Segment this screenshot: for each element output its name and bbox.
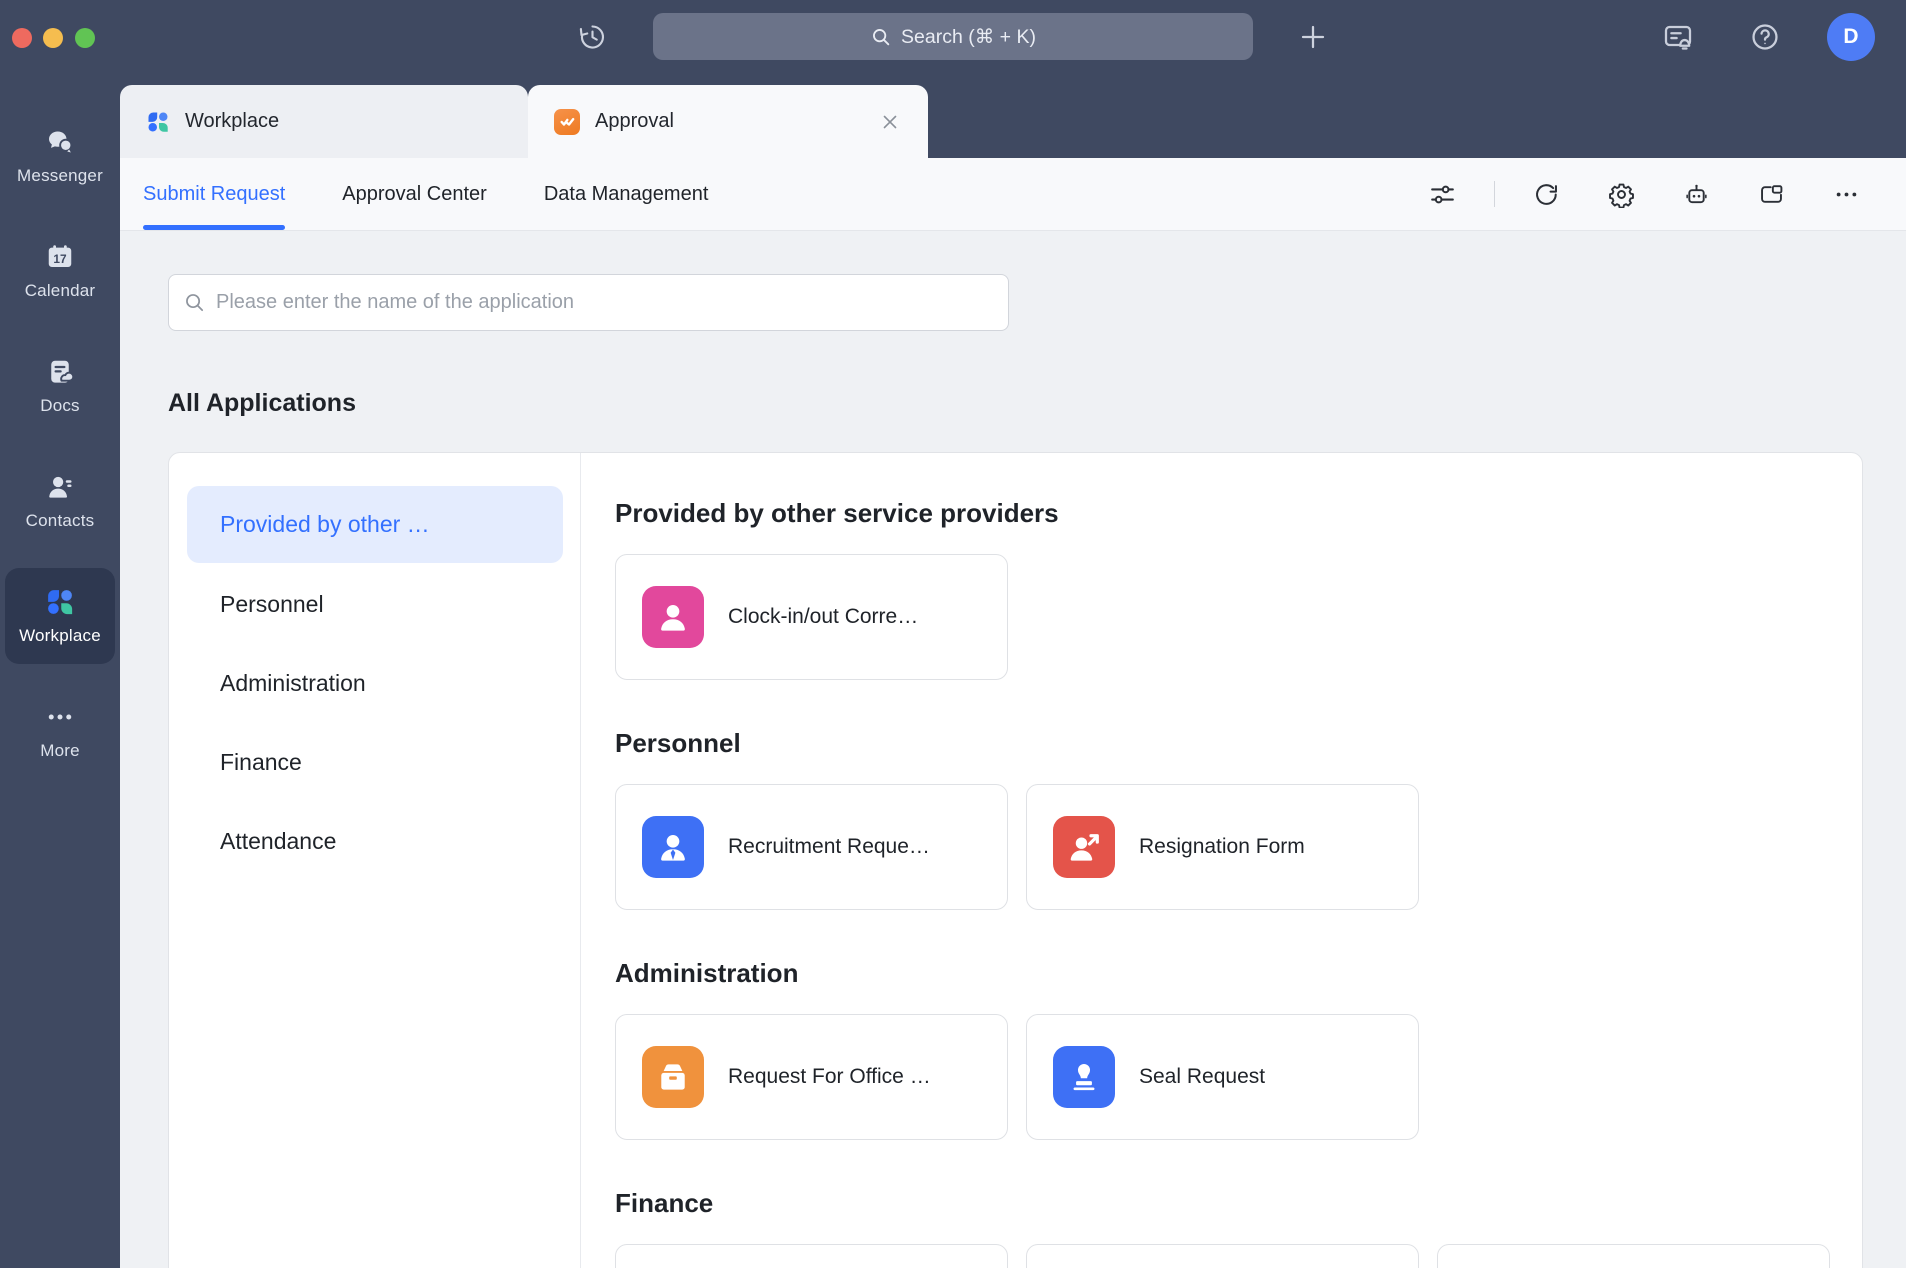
window-minimize-button[interactable]	[43, 28, 63, 48]
app-card-clock-in-out[interactable]: Clock-in/out Corre…	[615, 554, 1008, 680]
sidebar-item-label: Contacts	[26, 511, 95, 531]
submit-request-content: All Applications Provided by other … Per…	[120, 231, 1906, 1268]
tab-label: Approval	[595, 110, 674, 133]
calendar-icon: 17	[45, 242, 75, 272]
category-list: Provided by other … Personnel Administra…	[169, 453, 581, 1268]
applications-panel: Provided by other … Personnel Administra…	[168, 452, 1863, 1268]
workspace: Workplace Approval	[120, 0, 1906, 1268]
applications-list: Provided by other service providers Cloc…	[581, 453, 1862, 1268]
popout-window-icon[interactable]	[1758, 181, 1785, 208]
app-card-label: Recruitment Reque…	[728, 835, 930, 859]
app-card-label: Clock-in/out Corre…	[728, 605, 918, 629]
workplace-tab-icon	[146, 110, 170, 134]
tab-close-icon[interactable]	[878, 110, 902, 134]
app-card[interactable]	[615, 1244, 1008, 1268]
person-arrow-icon	[1053, 816, 1115, 878]
settings-gear-icon[interactable]	[1608, 181, 1635, 208]
all-applications-heading: All Applications	[168, 389, 356, 418]
more-icon	[45, 702, 75, 732]
section-title: Personnel	[615, 728, 1862, 759]
approval-toolbar: Submit Request Approval Center Data Mana…	[120, 158, 1906, 231]
section-provided-by-other: Provided by other service providers Cloc…	[615, 498, 1862, 680]
sidebar-item-calendar[interactable]: 17 Calendar	[0, 223, 120, 319]
app-card-label: Request For Office …	[728, 1065, 931, 1089]
app-card-resignation[interactable]: Resignation Form	[1026, 784, 1419, 910]
sidebar-item-more[interactable]: More	[0, 683, 120, 779]
category-attendance[interactable]: Attendance	[169, 802, 580, 881]
sidebar-item-workplace[interactable]: Workplace	[5, 568, 115, 664]
sidebar-item-messenger[interactable]: Messenger	[0, 108, 120, 204]
sidebar-item-label: More	[40, 741, 80, 761]
nav-submit-request[interactable]: Submit Request	[143, 158, 285, 230]
messenger-icon	[45, 127, 75, 157]
refresh-icon[interactable]	[1533, 181, 1560, 208]
app-card-label: Resignation Form	[1139, 835, 1305, 859]
tab-label: Workplace	[185, 110, 279, 133]
supplies-box-icon	[642, 1046, 704, 1108]
app-card[interactable]	[1026, 1244, 1419, 1268]
category-provided-by-other[interactable]: Provided by other …	[187, 486, 563, 563]
toolbar-divider	[1494, 181, 1495, 207]
tab-approval[interactable]: Approval	[528, 85, 928, 158]
nav-data-management[interactable]: Data Management	[544, 158, 709, 230]
bot-icon[interactable]	[1683, 181, 1710, 208]
nav-approval-center[interactable]: Approval Center	[342, 158, 487, 230]
app-card[interactable]	[1437, 1244, 1830, 1268]
sidebar: Messenger 17 Calendar Docs	[0, 85, 120, 1268]
tab-strip: Workplace Approval	[120, 85, 1906, 158]
section-administration: Administration Reques	[615, 958, 1862, 1140]
section-finance: Finance	[615, 1188, 1862, 1268]
app-search-field[interactable]	[168, 274, 1009, 331]
sidebar-item-label: Messenger	[17, 166, 103, 186]
sidebar-item-docs[interactable]: Docs	[0, 338, 120, 434]
section-title: Administration	[615, 958, 1862, 989]
window-close-button[interactable]	[12, 28, 32, 48]
section-title: Finance	[615, 1188, 1862, 1219]
more-actions-icon[interactable]	[1833, 181, 1860, 208]
toolbar-actions	[1429, 181, 1906, 208]
window-zoom-button[interactable]	[75, 28, 95, 48]
sidebar-item-label: Docs	[40, 396, 80, 416]
app-search-input[interactable]	[214, 290, 994, 315]
sidebar-item-contacts[interactable]: Contacts	[0, 453, 120, 549]
category-personnel[interactable]: Personnel	[169, 565, 580, 644]
approval-app-icon	[554, 109, 580, 135]
calendar-day-number: 17	[53, 251, 67, 265]
sidebar-item-label: Workplace	[19, 626, 101, 646]
app-card-seal-request[interactable]: Seal Request	[1026, 1014, 1419, 1140]
section-personnel: Personnel Recruitment	[615, 728, 1862, 910]
contacts-icon	[45, 472, 75, 502]
lark-app-window: Search (⌘ + K) D	[0, 0, 1906, 1268]
app-card-label: Seal Request	[1139, 1065, 1265, 1089]
app-card-office-supplies[interactable]: Request For Office …	[615, 1014, 1008, 1140]
category-finance[interactable]: Finance	[169, 723, 580, 802]
workplace-icon	[45, 587, 75, 617]
person-tie-icon	[642, 816, 704, 878]
category-administration[interactable]: Administration	[169, 644, 580, 723]
sidebar-item-label: Calendar	[25, 281, 96, 301]
filter-sliders-icon[interactable]	[1429, 181, 1456, 208]
person-icon	[642, 586, 704, 648]
approval-nav: Submit Request Approval Center Data Mana…	[120, 158, 708, 230]
app-card-recruitment[interactable]: Recruitment Reque…	[615, 784, 1008, 910]
search-icon	[183, 291, 206, 314]
docs-icon	[45, 357, 75, 387]
stamp-icon	[1053, 1046, 1115, 1108]
tab-workplace[interactable]: Workplace	[120, 85, 528, 158]
section-title: Provided by other service providers	[615, 498, 1862, 529]
